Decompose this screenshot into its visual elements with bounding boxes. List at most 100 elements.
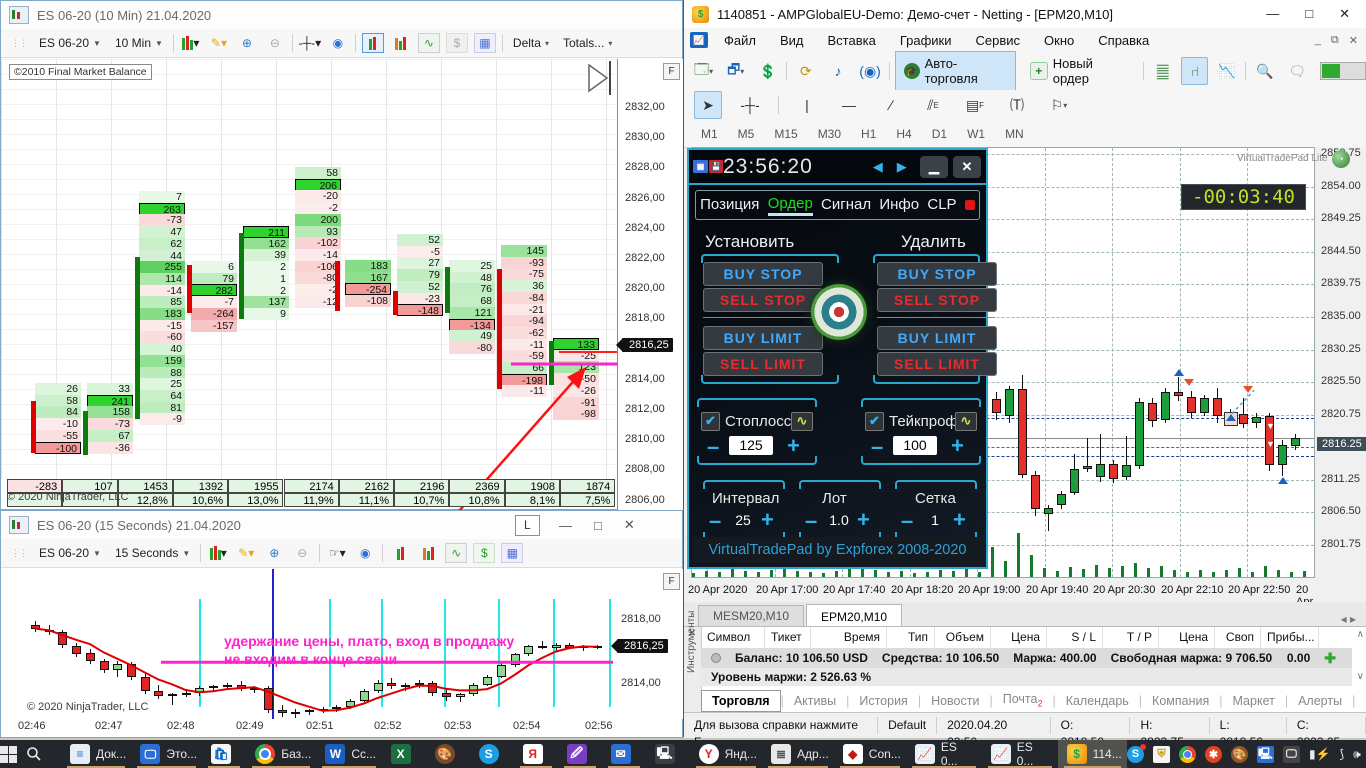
toolbox-tab-Новости[interactable]: Новости [921,691,989,711]
channel-tool[interactable]: ⫽ E [919,91,947,119]
start-button[interactable] [0,740,17,768]
instrument-selector[interactable]: ES 06-20 ▼ [35,544,105,562]
set-sell-limit-button[interactable]: SELL LIMIT [703,352,823,376]
menu-Вид[interactable]: Вид [768,33,816,48]
taskbar-search-button[interactable] [17,740,61,768]
taskbar-app-palette[interactable]: 🎨 [426,740,470,768]
bars-chart-icon[interactable]: 𝄛 [1149,57,1176,85]
bullseye-icon[interactable] [811,284,867,340]
depth-chart-icon[interactable] [390,33,412,53]
vtp-lite-icon[interactable]: ◔ [1332,150,1350,168]
new-chart-button[interactable]: 🗔 ▾ [690,57,717,85]
lot-plus-button[interactable]: + [857,509,870,531]
column-header-Тикет[interactable]: Тикет [765,627,811,648]
timeframe-H4[interactable]: H4 [887,124,920,144]
menu-Графики[interactable]: Графики [888,33,964,48]
vline-tool[interactable]: | [793,91,821,119]
battery-icon[interactable]: ▮⚡ [1309,747,1331,761]
chat-icon[interactable]: 🗨 [1284,57,1311,85]
grid-value[interactable]: 1 [923,512,947,528]
grid-minus-button[interactable]: – [901,510,913,532]
close-button[interactable]: ✕ [1339,6,1350,22]
toolbox-tab-Почта[interactable]: Почта2 [993,689,1053,712]
interval-value[interactable]: 25 [731,512,755,528]
vtp-tab-CLP[interactable]: CLP [927,196,956,214]
column-header-Своп[interactable]: Своп [1215,627,1261,648]
cursor-tool[interactable]: ➤ [694,91,722,119]
dollar-icon[interactable]: $ [445,33,468,53]
expand-plus-icon[interactable]: ✚ [1324,650,1352,667]
volume-icon[interactable]: 🕪 [1353,747,1361,762]
grid-plus-button[interactable]: + [953,509,966,531]
child-close-button[interactable]: ✕ [1349,34,1358,47]
delete-sell-limit-button[interactable]: SELL LIMIT [877,352,997,376]
history-center-icon[interactable]: ⟳ [792,57,819,85]
trendline-tool[interactable]: ∕ [877,91,905,119]
timeframe-H1[interactable]: H1 [852,124,885,144]
takeprofit-checkbox[interactable]: ✔ [865,412,884,431]
lot-value[interactable]: 1.0 [827,512,851,528]
column-header-S / L[interactable]: S / L [1047,627,1103,648]
taskbar-app-ES 0...[interactable]: 📈 ES 0... [982,740,1058,768]
column-header-Символ[interactable]: Символ [701,627,765,648]
maximize-button[interactable]: □ [594,518,602,533]
stoploss-minus-button[interactable]: – [707,436,719,458]
shield-warning-icon[interactable]: ⛨ [1152,745,1170,763]
prev-arrow-icon[interactable]: ◀ [873,159,883,175]
vtp-tab-Позиция[interactable]: Позиция [700,196,759,214]
fibonacci-tool[interactable]: ▤ F [961,91,989,119]
taskbar-app-feather[interactable]: 🖉 [558,740,602,768]
taskbar-app-Сс...[interactable]: W Сс... [316,740,381,768]
lot-minus-button[interactable]: – [805,510,817,532]
chart-tab-MESM20,M10[interactable]: MESM20,M10 [698,605,805,626]
taskbar-app-Баз...[interactable]: Баз... [246,740,316,768]
crosshair-tool[interactable]: -┼- [736,91,764,119]
toolbox-tab-Компания[interactable]: Компания [1142,691,1219,711]
antivirus-icon[interactable]: ✱ [1204,745,1222,763]
magnifier-icon[interactable]: ◉ [354,543,376,563]
minimize-button[interactable]: — [559,518,572,533]
delete-buy-stop-button[interactable]: BUY STOP [877,262,997,286]
set-sell-stop-button[interactable]: SELL STOP [703,288,823,312]
taskbar-app-mail[interactable]: ✉ [602,740,646,768]
column-header-Тип[interactable]: Тип [887,627,935,648]
column-header-Цена[interactable]: Цена [1159,627,1215,648]
toolbox-tab-Маркет[interactable]: Маркет [1223,691,1285,711]
signals-icon[interactable]: (◉) [857,57,884,85]
takeprofit-wave-icon[interactable]: ∿ [955,412,977,431]
price-axis[interactable]: 2818,00 2814,00 2816,25 [611,569,684,719]
vtp-header[interactable]: ▦ 💾 23:56:20 ◀ ▶ ▁ ✕ [689,150,986,185]
minimize-button[interactable]: — [1266,6,1279,22]
drawing-tools-button[interactable]: ✎ ▾ [235,543,257,563]
market-analyzer-icon[interactable] [361,33,384,53]
interval-minus-button[interactable]: – [709,510,721,532]
taskbar-app-ya[interactable]: Я [514,740,558,768]
taskbar-app-ES 0...[interactable]: 📈 ES 0... [906,740,982,768]
taskbar-app-Док...[interactable]: ≡ Док... [61,740,131,768]
candles-chart-icon[interactable]: ⑁ [1181,57,1209,85]
interval-plus-button[interactable]: + [761,509,774,531]
instrument-selector[interactable]: ES 06-20 ▼ [35,34,105,52]
timeframe-D1[interactable]: D1 [923,124,956,144]
chart-style-button[interactable]: ▾ [207,543,229,563]
stoploss-value[interactable]: 125 [729,436,773,455]
menu-Окно[interactable]: Окно [1032,33,1086,48]
totals-selector[interactable]: Totals... ▾ [559,34,616,52]
taskbar-app-Con...[interactable]: ◆ Con... [834,740,906,768]
column-header-T / P[interactable]: T / P [1103,627,1159,648]
column-header-Прибы...[interactable]: Прибы... [1261,627,1319,648]
timeframe-M5[interactable]: M5 [729,124,764,144]
delete-sell-stop-button[interactable]: SELL STOP [877,288,997,312]
scroll-down-icon[interactable]: ∨ [1357,671,1364,682]
mt5-titlebar[interactable]: $ 1140851 - AMPGlobalEU-Demo: Демо-счет … [684,0,1366,28]
chart-tab-EPM20,M10[interactable]: EPM20,M10 [806,604,903,627]
shapes-tool[interactable]: ⚐ ▾ [1045,91,1073,119]
zoom-out-icon[interactable]: ⊖ [264,33,286,53]
profiles-button[interactable]: 🗗 ▾ [722,57,749,85]
vtp-tab-Инфо[interactable]: Инфо [879,196,919,214]
skype-tray-icon[interactable]: S [1126,743,1146,763]
indicator-icon[interactable]: ∿ [445,543,468,563]
scroll-up-icon[interactable]: ∧ [1357,629,1364,640]
stoploss-wave-icon[interactable]: ∿ [791,412,813,431]
zoom-out-icon[interactable]: ⊖ [291,543,313,563]
